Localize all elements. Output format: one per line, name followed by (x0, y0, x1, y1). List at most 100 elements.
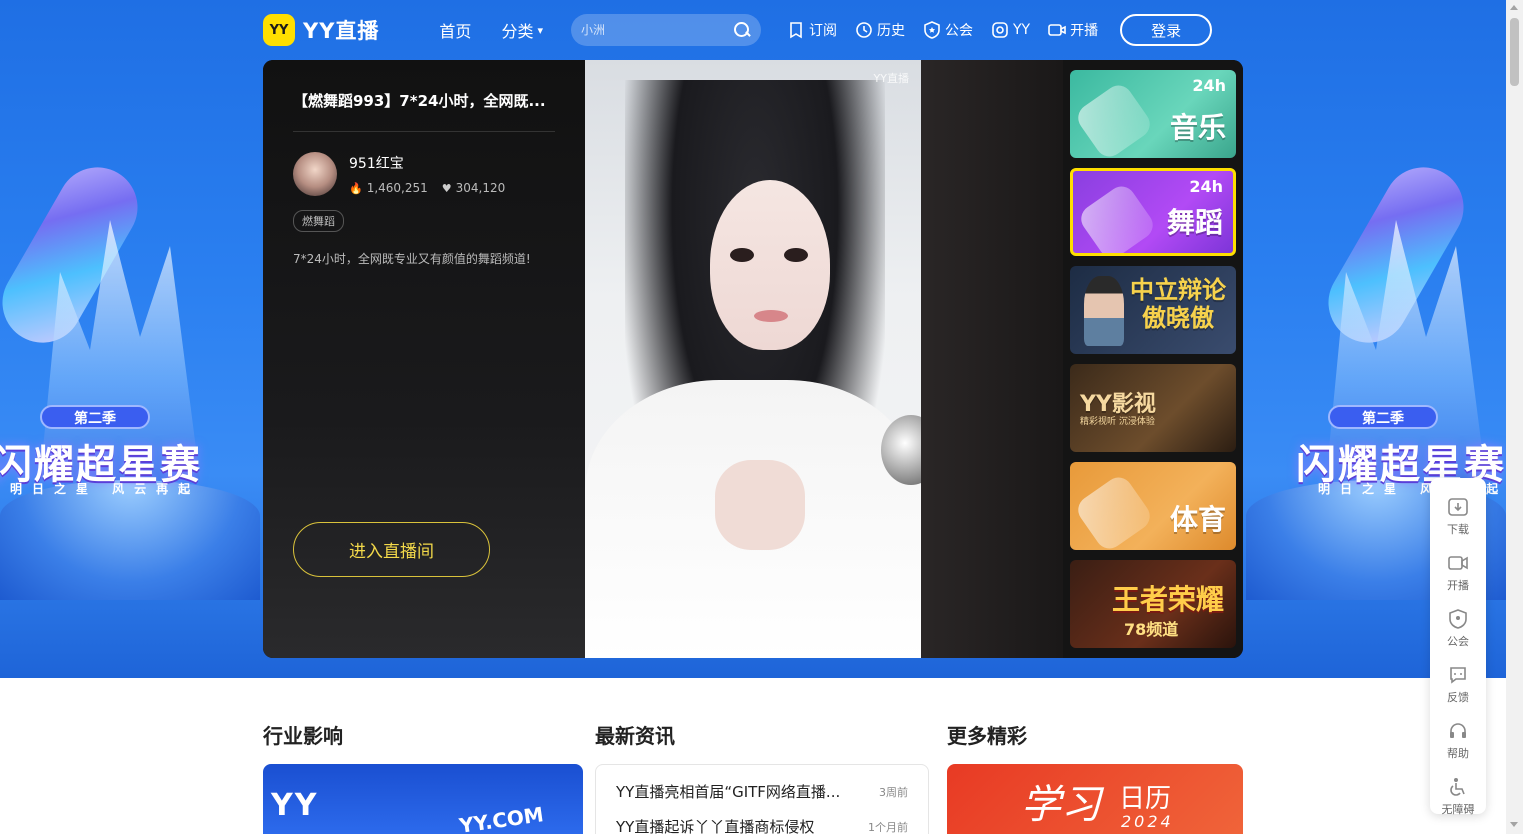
nav-category-label: 分类 (501, 22, 534, 41)
login-button[interactable]: 登录 (1120, 14, 1213, 46)
channel-game[interactable]: 王者荣耀 78频道 (1070, 560, 1236, 648)
likes-stat: ♥ 304,120 (442, 181, 506, 195)
tool-yy[interactable]: YY (991, 21, 1030, 39)
tool-yy-label: YY (1012, 22, 1031, 38)
float-download[interactable]: 下载 (1430, 488, 1486, 544)
tool-history[interactable]: 历史 (855, 20, 905, 40)
float-go-live[interactable]: 开播 (1430, 544, 1486, 600)
video-side-backdrop (921, 60, 1063, 658)
site-logo[interactable]: YY YY直播 (263, 14, 379, 46)
channel-badge: 24h (1192, 76, 1226, 95)
tool-guild-label: 公会 (944, 23, 973, 39)
flame-icon: 🔥 (349, 181, 363, 195)
float-accessibility[interactable]: 无障碍 (1430, 768, 1486, 824)
clock-icon (856, 22, 872, 38)
channel-label: 舞蹈 (1166, 206, 1223, 239)
stream-stats: 🔥 1,460,251 ♥ 304,120 (349, 181, 519, 195)
video-watermark: YY直播 (873, 72, 909, 85)
scroll-thumb[interactable] (1510, 18, 1519, 86)
heat-stat: 🔥 1,460,251 (349, 181, 428, 195)
channel-label: 中立辩论 傲晓傲 (1130, 276, 1226, 332)
section-title-news: 最新资讯 (595, 724, 675, 748)
channel-subtitle: 精彩视听 沉浸体验 (1080, 417, 1155, 427)
avatar[interactable] (293, 152, 337, 196)
channel-debate[interactable]: 中立辩论 傲晓傲 (1070, 266, 1236, 354)
top-header: YY YY直播 首页 分类▾ 订阅 历史 公会 YY 开播 登录 (263, 12, 1243, 48)
channel-badge: 24h (1189, 177, 1223, 196)
channel-list: 24h 音乐 24h 舞蹈 中立辩论 傲晓傲 YY影视 精彩视听 沉浸体验 体育… (1063, 60, 1243, 658)
tool-go-live[interactable]: 开播 (1048, 20, 1098, 40)
yy-app-icon (992, 22, 1008, 38)
tool-subscribe[interactable]: 订阅 (787, 20, 837, 40)
calendar-card-word: 日历 (1119, 784, 1172, 814)
streamer-info: 951红宝 🔥 1,460,251 ♥ 304,120 (293, 152, 555, 196)
shield-star-icon (924, 21, 940, 39)
main-nav: 首页 分类 ▾ (439, 18, 573, 42)
section-title-industry: 行业影响 (263, 724, 343, 748)
season-badge: 第二季 (40, 405, 150, 429)
industry-card[interactable]: YY YY.COM (263, 764, 583, 834)
calendar-card-main: 学习 (1021, 782, 1101, 828)
float-go-live-label: 开播 (1447, 578, 1469, 592)
wave-graphic (0, 480, 260, 600)
news-item[interactable]: YY直播起诉丫丫直播商标侵权 1个月前 (616, 816, 908, 834)
channel-label: 王者荣耀 (1111, 583, 1224, 616)
enter-room-button[interactable]: 进入直播间 (293, 522, 490, 577)
news-item[interactable]: YY直播亮相首届“GITF网络直播... 3周前 (616, 781, 908, 802)
heart-icon: ♥ (441, 181, 452, 195)
float-help[interactable]: 帮助 (1430, 712, 1486, 768)
logo-badge: YY (263, 14, 295, 46)
float-guild[interactable]: 公会 (1430, 600, 1486, 656)
capsule-graphic (1075, 181, 1159, 253)
stream-title[interactable]: 【燃舞蹈993】7*24小时，全网既... (293, 90, 555, 132)
search-input[interactable] (580, 23, 733, 37)
nav-home[interactable]: 首页 (439, 18, 471, 42)
shield-star-icon (1449, 608, 1467, 629)
news-date: 3周前 (879, 785, 908, 799)
capsule-graphic (1072, 472, 1156, 550)
feedback-icon (1450, 666, 1466, 684)
promo-banner-left[interactable]: 第二季 闪耀超星赛 明日之星 风云再起 (0, 120, 260, 600)
float-download-label: 下载 (1447, 522, 1469, 536)
capsule-graphic (1072, 80, 1156, 158)
chevron-down-icon: ▾ (537, 23, 543, 37)
stream-tag[interactable]: 燃舞蹈 (293, 210, 344, 232)
news-list: YY直播亮相首届“GITF网络直播... 3周前 YY直播起诉丫丫直播商标侵权 … (595, 764, 929, 834)
nav-category[interactable]: 分类 ▾ (501, 18, 543, 42)
season-badge: 第二季 (1328, 405, 1438, 429)
channel-dance[interactable]: 24h 舞蹈 (1070, 168, 1236, 256)
header-tools: 订阅 历史 公会 YY 开播 登录 (787, 14, 1213, 46)
scroll-down-arrow-icon[interactable] (1510, 822, 1518, 827)
featured-player: 【燃舞蹈993】7*24小时，全网既... 951红宝 🔥 1,460,251 ♥… (263, 60, 1243, 658)
stream-info-panel: 【燃舞蹈993】7*24小时，全网既... 951红宝 🔥 1,460,251 ♥… (263, 60, 585, 658)
nav-home-label: 首页 (439, 22, 472, 41)
lips (754, 310, 788, 322)
camera-icon (1448, 555, 1468, 570)
page-scrollbar[interactable] (1506, 0, 1523, 834)
calendar-card[interactable]: 学习 日历 2024 (947, 764, 1243, 834)
news-title: YY直播亮相首届“GITF网络直播... (616, 783, 841, 801)
stream-description: 7*24小时，全网既专业又有颜值的舞蹈频道! (293, 252, 531, 266)
channel-sports[interactable]: 体育 (1070, 462, 1236, 550)
news-title: YY直播起诉丫丫直播商标侵权 (616, 818, 815, 834)
float-guild-label: 公会 (1447, 634, 1469, 648)
tool-guild[interactable]: 公会 (923, 20, 973, 40)
news-date: 1个月前 (868, 820, 908, 834)
scroll-up-arrow-icon[interactable] (1510, 5, 1518, 10)
video-subject-face (710, 180, 830, 350)
section-title-more: 更多精彩 (947, 724, 1027, 748)
tool-history-label: 历史 (876, 23, 905, 39)
eye-right (784, 248, 808, 262)
float-feedback-label: 反馈 (1447, 690, 1469, 704)
camera-icon (1048, 24, 1066, 36)
headset-icon (1450, 722, 1466, 738)
channel-music[interactable]: 24h 音乐 (1070, 70, 1236, 158)
accessibility-icon (1450, 777, 1465, 796)
streamer-name[interactable]: 951红宝 (349, 153, 519, 173)
live-video[interactable]: YY直播 (585, 60, 921, 658)
float-help-label: 帮助 (1447, 746, 1469, 760)
float-feedback[interactable]: 反馈 (1430, 656, 1486, 712)
search-icon[interactable] (733, 21, 751, 39)
video-subject-hand (715, 460, 805, 550)
channel-film[interactable]: YY影视 精彩视听 沉浸体验 (1070, 364, 1236, 452)
